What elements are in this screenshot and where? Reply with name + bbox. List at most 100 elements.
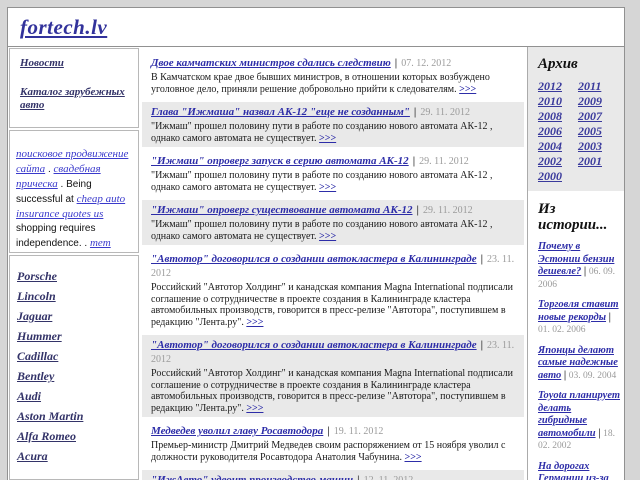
- right-sidebar: Архив 2012 2011 2010 2009 2008 2007: [527, 47, 624, 480]
- article-text: Российский "Автотор Холдинг" и канадская…: [151, 368, 513, 414]
- article-title-link[interactable]: Глава "Ижмаша" назвал АК-12 "еще не созд…: [151, 106, 410, 118]
- article-title-link[interactable]: "Автотор" договорился о создании автокла…: [151, 339, 477, 351]
- article-date: 29. 11. 2012: [420, 107, 470, 118]
- sidebar-nav-link[interactable]: Каталог зарубежных авто: [20, 86, 134, 112]
- read-more-link[interactable]: >>>: [405, 452, 422, 463]
- article-body: Российский "Автотор Холдинг" и канадская…: [151, 282, 515, 328]
- history-section: Из истории... Почему в Эстонии бензин де…: [528, 191, 624, 480]
- brand-link[interactable]: Aston Martin: [17, 410, 134, 423]
- article-header: "Ижмаш" опроверг существование автомата …: [151, 203, 515, 217]
- article-title-link[interactable]: Медведев уволил главу Росавтодора: [151, 425, 323, 437]
- archive-year-link[interactable]: 2011: [578, 79, 618, 93]
- read-more-link[interactable]: >>>: [319, 182, 336, 193]
- article-separator: |: [481, 253, 483, 265]
- article-body: Российский "Автотор Холдинг" и канадская…: [151, 368, 515, 414]
- article-title-link[interactable]: "Автотор" договорился о создании автокла…: [151, 253, 477, 265]
- history-list: Почему в Эстонии бензин дешевле? | 06. 0…: [538, 241, 620, 480]
- article-text: Российский "Автотор Холдинг" и канадская…: [151, 282, 513, 328]
- history-separator: |: [564, 370, 566, 381]
- archive-section: Архив 2012 2011 2010 2009 2008 2007: [528, 47, 624, 191]
- article-text: В Камчатском крае двое бывших министров,…: [151, 72, 490, 95]
- archive-year-link[interactable]: 2010: [538, 94, 578, 108]
- article-date: 29. 11. 2012: [419, 156, 469, 167]
- site-logo[interactable]: fortech.lv: [20, 15, 107, 39]
- article-date: 29. 11. 2012: [423, 205, 473, 216]
- article-separator: |: [357, 474, 359, 480]
- history-link[interactable]: Торговля ставит новые рекорды: [538, 299, 619, 323]
- archive-year-link[interactable]: 2012: [538, 79, 578, 93]
- archive-year-link[interactable]: 2004: [538, 139, 578, 153]
- history-item: Почему в Эстонии бензин дешевле? | 06. 0…: [538, 241, 620, 291]
- history-item: Торговля ставит новые рекорды | 01. 02. …: [538, 299, 620, 337]
- article: "ИжАвто" удвоит производство машин | 12.…: [142, 470, 524, 480]
- history-separator: |: [584, 266, 586, 277]
- article-title-link[interactable]: Двое камчатских министров сдались следст…: [151, 57, 391, 69]
- article-body: "Ижмаш" прошел половину пути в работе по…: [151, 170, 515, 193]
- archive-year-link[interactable]: 2001: [578, 154, 618, 168]
- archive-year-link[interactable]: 2007: [578, 109, 618, 123]
- article-separator: |: [481, 339, 483, 351]
- article-date: 19. 11. 2012: [334, 426, 384, 437]
- article-header: Медведев уволил главу Росавтодора | 19. …: [151, 424, 515, 438]
- article-title-link[interactable]: "ИжАвто" удвоит производство машин: [151, 474, 353, 480]
- ad-text: .: [45, 164, 53, 175]
- ad-text: shopping requires independence. .: [16, 223, 96, 249]
- article-text: Премьер-министр Дмитрий Медведев своим р…: [151, 440, 505, 463]
- archive-year-link[interactable]: 2005: [578, 124, 618, 138]
- sidebar-nav-link[interactable]: Новости: [20, 57, 134, 70]
- read-more-link[interactable]: >>>: [246, 317, 263, 328]
- history-separator: |: [598, 428, 600, 439]
- left-sidebar: Новости Каталог зарубежных авто поисково…: [8, 47, 139, 480]
- sidebar-ads-box: поисковое продвижение сайта . свадебная …: [9, 130, 139, 253]
- brand-link[interactable]: Cadillac: [17, 350, 134, 363]
- article-title-link[interactable]: "Ижмаш" опроверг запуск в серию автомата…: [151, 155, 409, 167]
- brand-link[interactable]: Hummer: [17, 330, 134, 343]
- article: "Автотор" договорился о создании автокла…: [142, 249, 524, 331]
- brand-link[interactable]: Bentley: [17, 370, 134, 383]
- article-header: Глава "Ижмаша" назвал АК-12 "еще не созд…: [151, 105, 515, 119]
- history-date: 03. 09. 2004: [569, 371, 617, 381]
- history-date: 01. 02. 2006: [538, 325, 586, 335]
- article-header: Двое камчатских министров сдались следст…: [151, 56, 515, 70]
- article-separator: |: [395, 57, 397, 69]
- history-title: Из истории...: [538, 201, 620, 233]
- article: "Автотор" договорился о создании автокла…: [142, 335, 524, 417]
- article-header: "Автотор" договорился о создании автокла…: [151, 252, 515, 280]
- brand-link[interactable]: Audi: [17, 390, 134, 403]
- history-link[interactable]: На дорогах Германии из-за метели возник …: [538, 461, 609, 480]
- article-body: В Камчатском крае двое бывших министров,…: [151, 72, 515, 95]
- archive-year-link[interactable]: 2002: [538, 154, 578, 168]
- archive-year-link[interactable]: 2009: [578, 94, 618, 108]
- history-item: Toyota планирует делать гибридные автомо…: [538, 390, 620, 453]
- history-item: Японцы делают самые надежные авто | 03. …: [538, 345, 620, 383]
- article-body: Премьер-министр Дмитрий Медведев своим р…: [151, 440, 515, 463]
- read-more-link[interactable]: >>>: [246, 403, 263, 414]
- article-date: 12. 11. 2012: [364, 475, 414, 480]
- header: fortech.lv: [8, 8, 624, 47]
- archive-title: Архив: [538, 56, 622, 73]
- article-title-link[interactable]: "Ижмаш" опроверг существование автомата …: [151, 204, 413, 216]
- read-more-link[interactable]: >>>: [319, 133, 336, 144]
- archive-year-link[interactable]: 2006: [538, 124, 578, 138]
- article-header: "Автотор" договорился о создании автокла…: [151, 338, 515, 366]
- brand-link[interactable]: Lincoln: [17, 290, 134, 303]
- brand-link[interactable]: Acura: [17, 450, 134, 463]
- archive-year-link[interactable]: 2003: [578, 139, 618, 153]
- article-body: "Ижмаш" прошел половину пути в работе по…: [151, 121, 515, 144]
- article-separator: |: [413, 155, 415, 167]
- history-item: На дорогах Германии из-за метели возник …: [538, 461, 620, 480]
- archive-year-link[interactable]: 2000: [538, 169, 578, 183]
- brand-link[interactable]: Jaguar: [17, 310, 134, 323]
- sidebar-nav-box: Новости Каталог зарубежных авто: [9, 48, 139, 128]
- article-separator: |: [327, 425, 329, 437]
- article-header: "ИжАвто" удвоит производство машин | 12.…: [151, 473, 515, 480]
- article: "Ижмаш" опроверг запуск в серию автомата…: [142, 151, 524, 196]
- brand-link[interactable]: Porsche: [17, 270, 134, 283]
- page-container: fortech.lv Новости Каталог зарубежных ав…: [7, 7, 625, 480]
- article: "Ижмаш" опроверг существование автомата …: [142, 200, 524, 245]
- archive-year-link[interactable]: 2008: [538, 109, 578, 123]
- article-separator: |: [414, 106, 416, 118]
- brand-link[interactable]: Alfa Romeo: [17, 430, 134, 443]
- read-more-link[interactable]: >>>: [319, 231, 336, 242]
- read-more-link[interactable]: >>>: [459, 84, 476, 95]
